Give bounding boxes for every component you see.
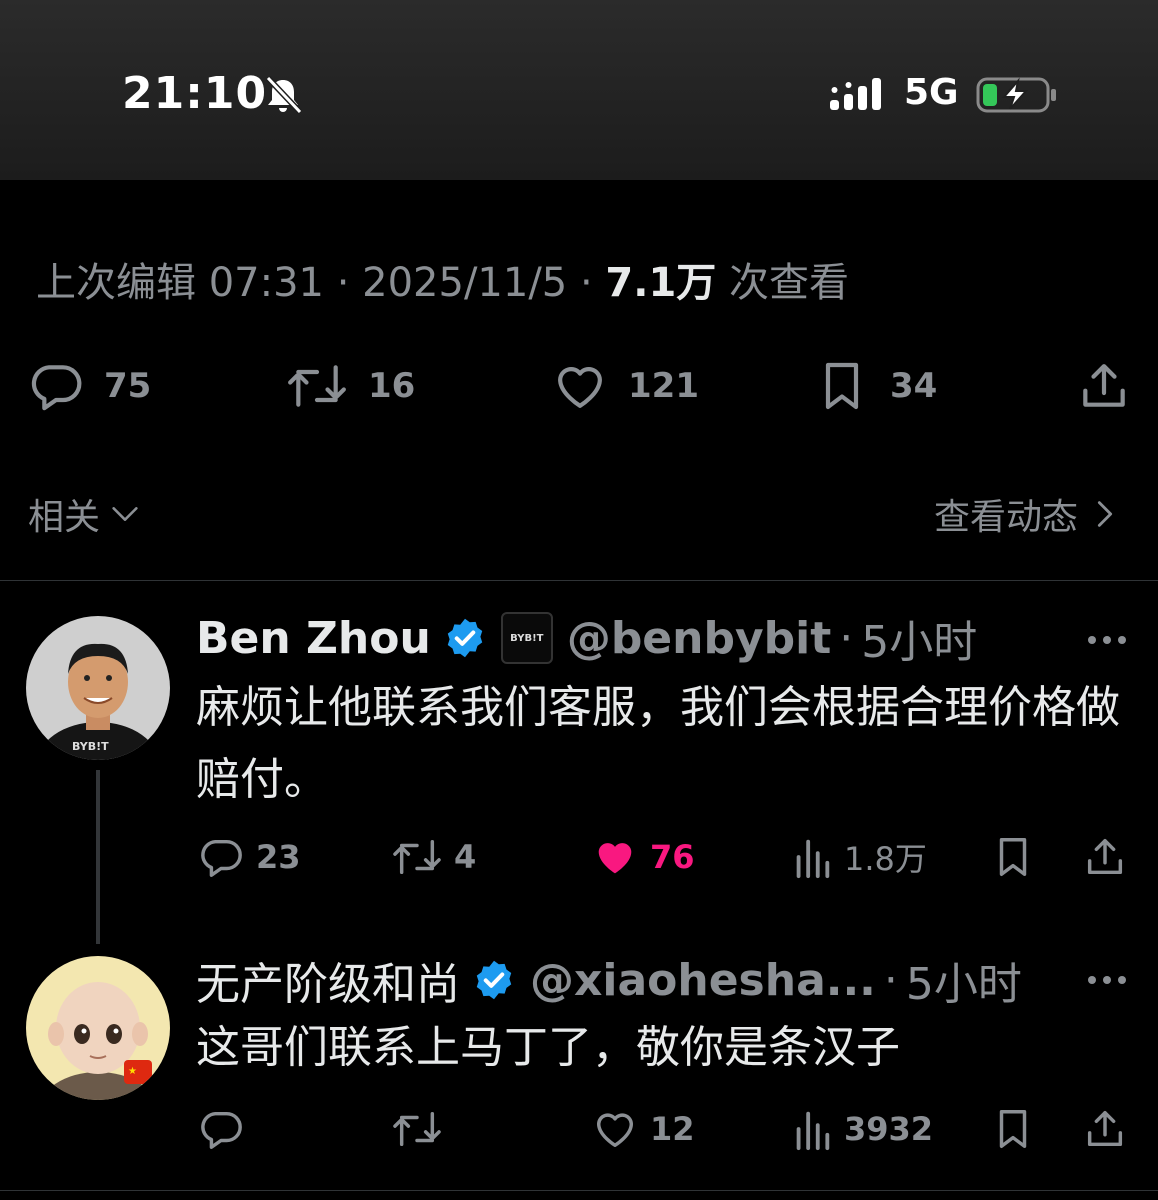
reply-button[interactable]: 23 — [198, 834, 301, 880]
reply-text: 这哥们联系上马丁了，敬你是条汉子 — [196, 1022, 900, 1073]
signal-icon — [830, 78, 881, 110]
tweet-meta: 上次编辑 07:31 · 2025/11/5 · 7.1万 次查看 — [36, 250, 849, 308]
status-bar: 21:10 5G — [0, 0, 1158, 180]
avatar-image: BYB!T — [26, 616, 170, 760]
more-options-icon[interactable] — [1086, 974, 1128, 986]
bookmark-icon — [999, 838, 1027, 876]
share-icon — [1087, 1110, 1123, 1147]
reply-button[interactable] — [198, 1106, 244, 1152]
view-activity-link[interactable]: 查看动态 — [934, 488, 1118, 540]
edited-timestamp[interactable]: 上次编辑 07:31 — [36, 260, 324, 306]
reply-icon — [201, 1111, 242, 1149]
post-time[interactable]: 5小时 — [861, 606, 977, 670]
retweet-icon — [393, 839, 441, 875]
views-count: 3932 — [844, 1110, 934, 1148]
like-button[interactable]: 76 — [592, 834, 695, 880]
activity-label: 查看动态 — [933, 497, 1078, 538]
reply-header: 无产阶级和尚 @xiaohesha... · 5小时 — [196, 952, 1022, 1011]
bookmark-icon — [999, 1110, 1027, 1148]
like-count: 121 — [628, 366, 699, 406]
related-filter-dropdown[interactable]: 相关 — [28, 488, 142, 540]
like-button[interactable]: 121 — [552, 358, 699, 414]
views-count: 1.8万 — [844, 840, 927, 878]
reply-icon — [31, 365, 82, 411]
heart-filled-icon — [598, 843, 632, 874]
chevron-right-icon — [1097, 501, 1113, 527]
avatar[interactable]: ★ — [26, 956, 170, 1100]
bell-muted-icon — [265, 75, 303, 115]
more-options-icon[interactable] — [1086, 634, 1128, 646]
reply-text: 麻烦让他联系我们客服，我们会根据合理价格做赔付。 — [196, 682, 1120, 805]
bookmark-button[interactable] — [990, 834, 1036, 880]
share-button[interactable] — [1082, 834, 1128, 880]
separator: · — [579, 260, 593, 306]
separator: · — [883, 954, 898, 1006]
retweet-icon — [393, 1111, 441, 1147]
verified-badge-icon — [476, 960, 512, 1000]
share-button[interactable] — [1076, 358, 1132, 414]
status-time: 21:10 — [122, 68, 268, 119]
related-label: 相关 — [28, 497, 101, 538]
separator: · — [839, 612, 854, 664]
retweet-count: 16 — [368, 366, 416, 406]
avatar-image: ★ — [26, 956, 170, 1100]
views-button[interactable]: 1.8万 — [792, 834, 927, 880]
retweet-icon — [288, 365, 346, 407]
user-handle[interactable]: @benbybit — [567, 613, 831, 664]
analytics-icon — [796, 839, 830, 879]
like-count: 12 — [650, 1110, 695, 1148]
analytics-icon — [796, 1111, 830, 1151]
share-icon — [1087, 838, 1123, 875]
heart-icon — [596, 1113, 634, 1148]
network-type: 5G — [904, 72, 959, 113]
like-button[interactable]: 12 — [592, 1106, 695, 1152]
views-label: 次查看 — [729, 260, 849, 306]
views-button[interactable]: 3932 — [792, 1106, 933, 1152]
separator: · — [336, 260, 350, 306]
svg-text:★: ★ — [128, 1066, 137, 1077]
divider — [0, 580, 1158, 581]
reply-count: 75 — [104, 366, 152, 406]
share-button[interactable] — [1082, 1106, 1128, 1152]
post-time[interactable]: 5小时 — [906, 948, 1022, 1012]
reply-count: 23 — [256, 838, 301, 876]
views-count: 7.1万 — [605, 260, 717, 306]
like-count: 76 — [650, 838, 695, 876]
retweet-button[interactable]: 16 — [286, 358, 415, 414]
heart-icon — [558, 367, 602, 408]
affiliate-badge[interactable]: BYB!T — [500, 612, 553, 664]
retweet-button[interactable] — [392, 1106, 442, 1152]
tweet-date: 2025/11/5 — [362, 260, 568, 306]
retweet-count: 4 — [454, 838, 477, 876]
verified-badge-icon — [447, 618, 483, 658]
display-name[interactable]: 无产阶级和尚 — [196, 948, 460, 1012]
affiliate-badge-text: BYB!T — [510, 632, 544, 644]
chevron-down-icon — [112, 507, 138, 521]
reply-button[interactable]: 75 — [28, 358, 151, 414]
thread-line — [96, 770, 100, 944]
divider — [0, 1190, 1158, 1191]
share-icon — [1083, 364, 1125, 407]
reply-icon — [201, 839, 242, 877]
avatar[interactable]: BYB!T — [26, 616, 170, 760]
reply-header: Ben Zhou BYB!T @benbybit · 5小时 — [196, 610, 977, 668]
retweet-button[interactable]: 4 — [392, 834, 476, 880]
user-handle[interactable]: @xiaohesha... — [530, 955, 876, 1006]
display-name[interactable]: Ben Zhou — [196, 613, 431, 664]
shirt-logo-text: BYB!T — [72, 740, 109, 753]
bookmark-icon — [825, 362, 859, 410]
bookmark-count: 34 — [890, 366, 938, 406]
bookmark-button[interactable] — [990, 1106, 1036, 1152]
bookmark-button[interactable]: 34 — [814, 358, 937, 414]
battery-charging-icon — [976, 77, 1056, 113]
